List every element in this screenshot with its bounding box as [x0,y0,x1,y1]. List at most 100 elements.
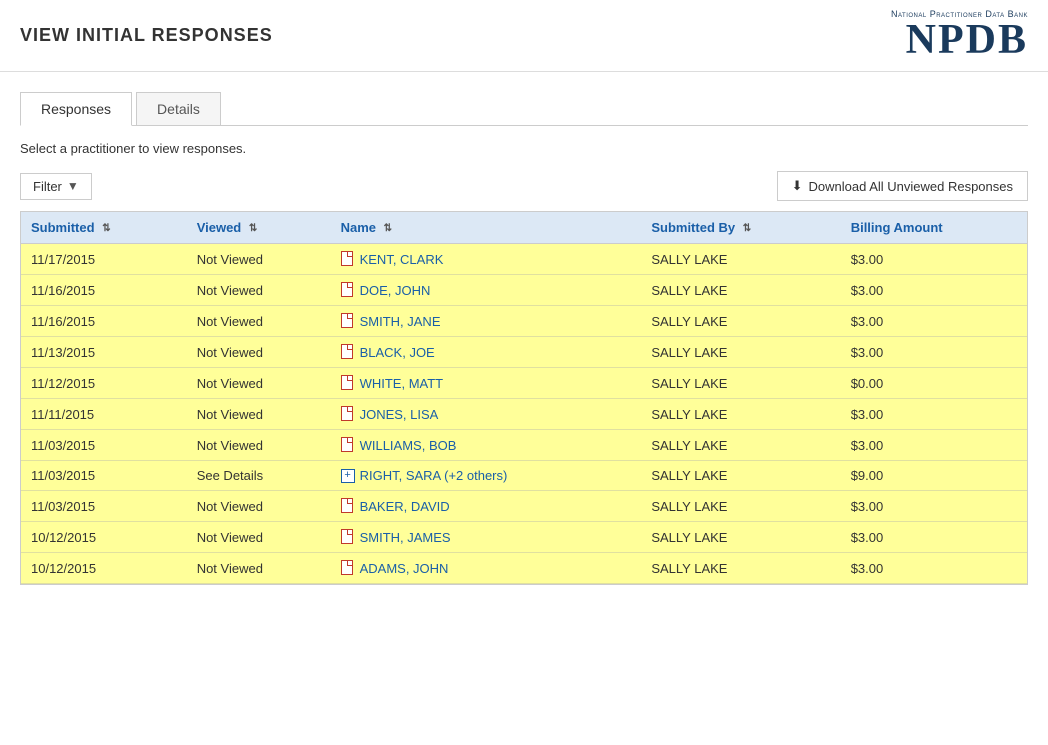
cell-submitted: 11/16/2015 [21,306,187,337]
col-billing-amount[interactable]: Billing Amount [841,212,1027,244]
table-row[interactable]: 11/13/2015Not Viewed BLACK, JOE SALLY LAKE… [21,337,1027,368]
table-row[interactable]: 11/12/2015Not ViewedWHITE, MATTSALLY LAK… [21,368,1027,399]
cell-submitted: 11/13/2015 [21,337,187,368]
cell-submitted-by: SALLY LAKE [641,522,840,553]
tab-details[interactable]: Details [136,92,221,125]
practitioner-name: DOE, JOHN [360,283,431,298]
col-submitted-by[interactable]: Submitted By ⇅ [641,212,840,244]
cell-viewed: Not Viewed [187,306,331,337]
practitioner-name: WHITE, MATT [360,376,444,391]
cell-billing-amount: $3.00 [841,275,1027,306]
cell-viewed: Not Viewed [187,368,331,399]
cell-submitted: 10/12/2015 [21,553,187,584]
cell-billing-amount: $0.00 [841,368,1027,399]
cell-name[interactable]: BLACK, JOE [331,337,642,368]
cell-submitted-by: SALLY LAKE [641,306,840,337]
cell-name[interactable]: WILLIAMS, BOB [331,430,642,461]
cell-viewed: Not Viewed [187,553,331,584]
practitioner-link[interactable]: KENT, CLARK [341,251,632,267]
col-viewed[interactable]: Viewed ⇅ [187,212,331,244]
practitioner-name: RIGHT, SARA (+2 others) [360,468,508,483]
practitioner-link[interactable]: BLACK, JOE [341,344,632,360]
practitioner-name: SMITH, JANE [360,314,441,329]
cell-name[interactable]: DOE, JOHN [331,275,642,306]
cell-submitted: 11/03/2015 [21,461,187,491]
table-row[interactable]: 11/03/2015Not ViewedBAKER, DAVIDSALLY LA… [21,491,1027,522]
cell-submitted-by: SALLY LAKE [641,368,840,399]
document-icon [341,344,355,360]
practitioner-link[interactable]: ADAMS, JOHN [341,560,632,576]
cell-billing-amount: $3.00 [841,522,1027,553]
cell-billing-amount: $3.00 [841,399,1027,430]
cell-billing-amount: $3.00 [841,553,1027,584]
table-body: 11/17/2015Not ViewedKENT, CLARKSALLY LAK… [21,244,1027,584]
practitioner-link[interactable]: SMITH, JANE [341,313,632,329]
cell-billing-amount: $3.00 [841,430,1027,461]
cell-name[interactable]: SMITH, JANE [331,306,642,337]
practitioner-link[interactable]: JONES, LISA [341,406,632,422]
table-row[interactable]: 11/16/2015Not Viewed SMITH, JANE SALLY LAK… [21,306,1027,337]
cell-submitted: 11/16/2015 [21,275,187,306]
practitioner-name: WILLIAMS, BOB [360,438,457,453]
download-button[interactable]: ⬇ Download All Unviewed Responses [777,171,1028,201]
practitioner-name: ADAMS, JOHN [360,561,449,576]
cell-viewed: Not Viewed [187,337,331,368]
cell-submitted-by: SALLY LAKE [641,337,840,368]
practitioner-link[interactable]: SMITH, JAMES [341,529,632,545]
cell-billing-amount: $3.00 [841,337,1027,368]
practitioner-link[interactable]: DOE, JOHN [341,282,632,298]
table-row[interactable]: 10/12/2015Not ViewedSMITH, JAMESSALLY LA… [21,522,1027,553]
document-icon [341,406,355,422]
cell-name[interactable]: SMITH, JAMES [331,522,642,553]
cell-name[interactable]: ADAMS, JOHN [331,553,642,584]
col-viewed-label: Viewed [197,220,242,235]
cell-viewed: Not Viewed [187,244,331,275]
expand-icon: + [341,469,355,483]
practitioner-link[interactable]: BAKER, DAVID [341,498,632,514]
cell-viewed: Not Viewed [187,491,331,522]
cell-name[interactable]: + RIGHT, SARA (+2 others) [331,461,642,491]
npdb-logo: National Practitioner Data Bank NPDB [891,10,1028,61]
practitioner-name: JONES, LISA [360,407,439,422]
table-scroll-area[interactable]: Submitted ⇅ Viewed ⇅ Name ⇅ Submitted [21,212,1027,584]
col-submitted[interactable]: Submitted ⇅ [21,212,187,244]
document-icon [341,560,355,576]
practitioner-name: BAKER, DAVID [360,499,450,514]
document-icon [341,282,355,298]
cell-name[interactable]: KENT, CLARK [331,244,642,275]
npdb-logo-large: NPDB [906,17,1028,63]
table-row[interactable]: 11/17/2015Not ViewedKENT, CLARKSALLY LAK… [21,244,1027,275]
main-content: Responses Details Select a practitioner … [0,72,1048,605]
table-row[interactable]: 11/11/2015Not ViewedJONES, LISASALLY LAK… [21,399,1027,430]
cell-billing-amount: $3.00 [841,491,1027,522]
cell-submitted-by: SALLY LAKE [641,244,840,275]
col-name[interactable]: Name ⇅ [331,212,642,244]
toolbar: Filter ▼ ⬇ Download All Unviewed Respons… [20,171,1028,201]
cell-name[interactable]: WHITE, MATT [331,368,642,399]
document-icon [341,251,355,267]
practitioner-link[interactable]: WHITE, MATT [341,375,632,391]
tab-bar: Responses Details [20,92,1028,126]
sort-viewed-icon: ⇅ [249,223,257,234]
document-icon [341,529,355,545]
table-row[interactable]: 11/03/2015Not ViewedWILLIAMS, BOBSALLY L… [21,430,1027,461]
tab-responses[interactable]: Responses [20,92,132,126]
table-row[interactable]: 11/03/2015See Details+RIGHT, SARA (+2 ot… [21,461,1027,491]
filter-icon: ▼ [67,179,79,193]
table-row[interactable]: 10/12/2015Not Viewed ADAMS, JOHN SALLY LAK… [21,553,1027,584]
download-label: Download All Unviewed Responses [808,179,1013,194]
practitioner-link[interactable]: WILLIAMS, BOB [341,437,632,453]
cell-viewed: Not Viewed [187,275,331,306]
cell-name[interactable]: BAKER, DAVID [331,491,642,522]
col-billing-amount-label: Billing Amount [851,220,943,235]
cell-submitted-by: SALLY LAKE [641,553,840,584]
practitioner-name: BLACK, JOE [360,345,435,360]
filter-button[interactable]: Filter ▼ [20,173,92,200]
instruction-text: Select a practitioner to view responses. [20,141,1028,156]
practitioner-link[interactable]: + RIGHT, SARA (+2 others) [341,468,632,483]
cell-viewed: Not Viewed [187,399,331,430]
download-icon: ⬇ [792,178,803,194]
cell-billing-amount: $9.00 [841,461,1027,491]
cell-name[interactable]: JONES, LISA [331,399,642,430]
table-row[interactable]: 11/16/2015Not ViewedDOE, JOHNSALLY LAKE$… [21,275,1027,306]
